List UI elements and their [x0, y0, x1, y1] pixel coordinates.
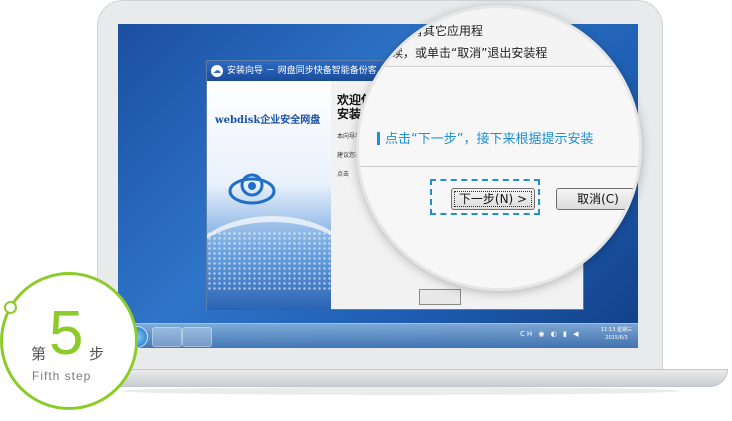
cancel-button[interactable]: 取消(C) — [556, 188, 639, 210]
installer-banner: webdisk企业安全网盘 — [207, 81, 331, 310]
banner-dots — [207, 231, 331, 291]
cloud-logo-icon — [228, 173, 276, 205]
hint-text: 点击“下一步”，接下来根据提示安装 — [385, 132, 594, 147]
next-button[interactable]: 下一步(N) > — [451, 188, 535, 210]
hint-marker — [377, 132, 380, 145]
zoom-text-exit-hint: 继续，或单击“取消”退出安装程 — [379, 46, 548, 60]
dialog-title: 安装向导 － 网盘同步快备智能备份客 — [227, 66, 377, 76]
button-separator — [359, 166, 639, 167]
step-english: Fifth step — [32, 369, 92, 383]
step-dot — [4, 301, 17, 314]
app-icon: ☁ — [211, 65, 223, 77]
step-prefix: 第 — [31, 345, 47, 363]
clock-time: 11:13 星期三 — [601, 327, 632, 333]
explorer-icon[interactable] — [152, 327, 182, 347]
tray-icons[interactable]: CH ◉ ◐ ▮ ◀ — [520, 330, 581, 338]
chrome-icon[interactable] — [182, 327, 212, 347]
zoom-lens: 所有其它应用程 继续，或单击“取消”退出安装程 点击“下一步”，接下来根据提示安… — [356, 5, 642, 291]
laptop-shadow — [120, 387, 680, 395]
taskbar: CH ◉ ◐ ▮ ◀ 11:13 星期三 2015/6/3 — [118, 323, 638, 348]
step-number: 5 — [49, 299, 84, 368]
laptop-base — [88, 369, 728, 387]
dialog-small-button[interactable] — [419, 289, 461, 305]
zoom-text-top: 所有其它应用程 — [399, 24, 484, 38]
instruction-hint: 点击“下一步”，接下来根据提示安装 — [377, 128, 593, 147]
clock-date: 2015/6/3 — [605, 335, 628, 341]
step-suffix: 步 — [89, 345, 105, 363]
taskbar-clock[interactable]: 11:13 星期三 2015/6/3 — [601, 326, 632, 342]
brand-name: webdisk企业安全网盘 — [215, 115, 321, 126]
